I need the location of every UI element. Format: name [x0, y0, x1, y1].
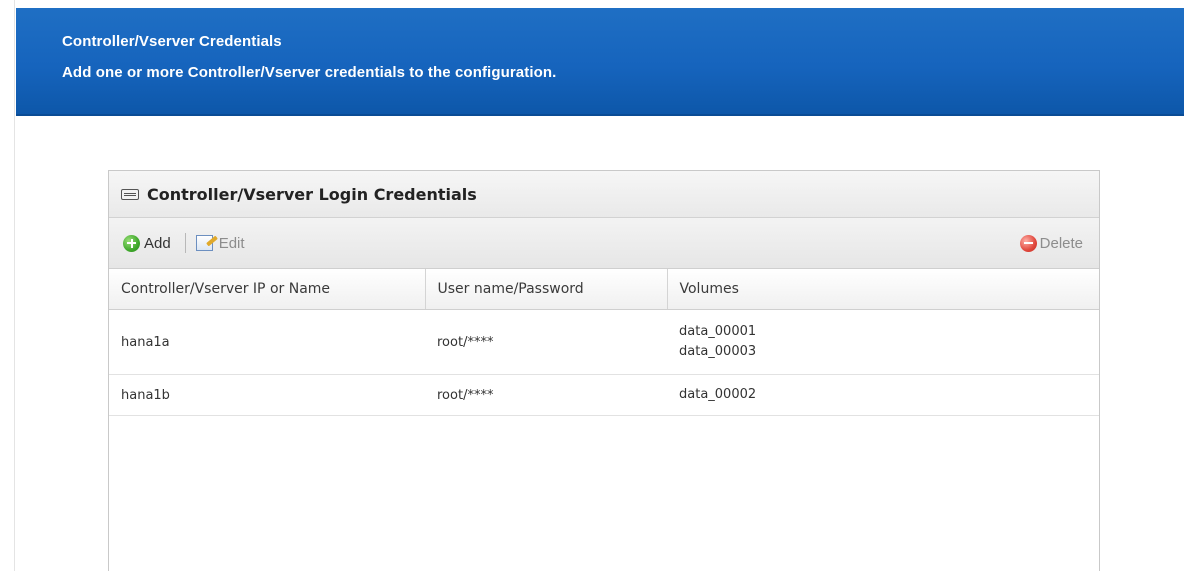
add-button[interactable]: Add	[123, 234, 171, 252]
table-row[interactable]: hana1a root/**** data_00001 data_00003	[109, 309, 1099, 375]
cell-controller: hana1b	[109, 374, 425, 416]
cell-controller: hana1a	[109, 309, 425, 375]
volume-item: data_00002	[679, 387, 757, 402]
keyboard-icon	[121, 188, 139, 200]
page: Controller/Vserver Credentials Add one o…	[0, 0, 1184, 571]
cell-volumes: data_00001 data_00003	[667, 309, 1099, 375]
column-header-controller[interactable]: Controller/Vserver IP or Name	[109, 269, 426, 310]
panel-title: Controller/Vserver Login Credentials	[147, 184, 477, 204]
header-banner: Controller/Vserver Credentials Add one o…	[16, 8, 1184, 116]
credentials-panel: Controller/Vserver Login Credentials Add…	[108, 170, 1100, 571]
edit-label: Edit	[218, 234, 245, 252]
cell-credentials: root/****	[425, 309, 667, 375]
toolbar-separator	[184, 233, 186, 253]
volume-item: data_00001	[679, 324, 757, 339]
cell-credentials: root/****	[425, 374, 667, 416]
column-header-volumes[interactable]: Volumes	[667, 269, 1099, 310]
cell-volumes: data_00002	[667, 374, 1099, 416]
edit-button[interactable]: Edit	[195, 233, 245, 253]
column-header-credentials[interactable]: User name/Password	[425, 269, 668, 310]
edit-icon	[195, 233, 218, 253]
delete-label: Delete	[1039, 234, 1083, 252]
table-header-row: Controller/Vserver IP or Name User name/…	[109, 269, 1099, 310]
add-label: Add	[144, 234, 171, 252]
toolbar: Add Edit Delete	[109, 218, 1099, 269]
credentials-table: Controller/Vserver IP or Name User name/…	[109, 269, 1099, 416]
volume-item: data_00003	[679, 344, 757, 359]
delete-button[interactable]: Delete	[1019, 234, 1083, 252]
delete-icon	[1019, 234, 1037, 252]
add-icon	[123, 234, 140, 252]
page-subtitle: Add one or more Controller/Vserver crede…	[62, 64, 557, 81]
page-title: Controller/Vserver Credentials	[62, 33, 282, 50]
left-edge	[0, 0, 15, 571]
panel-header: Controller/Vserver Login Credentials	[109, 171, 1099, 218]
table-row[interactable]: hana1b root/**** data_00002	[109, 374, 1099, 416]
